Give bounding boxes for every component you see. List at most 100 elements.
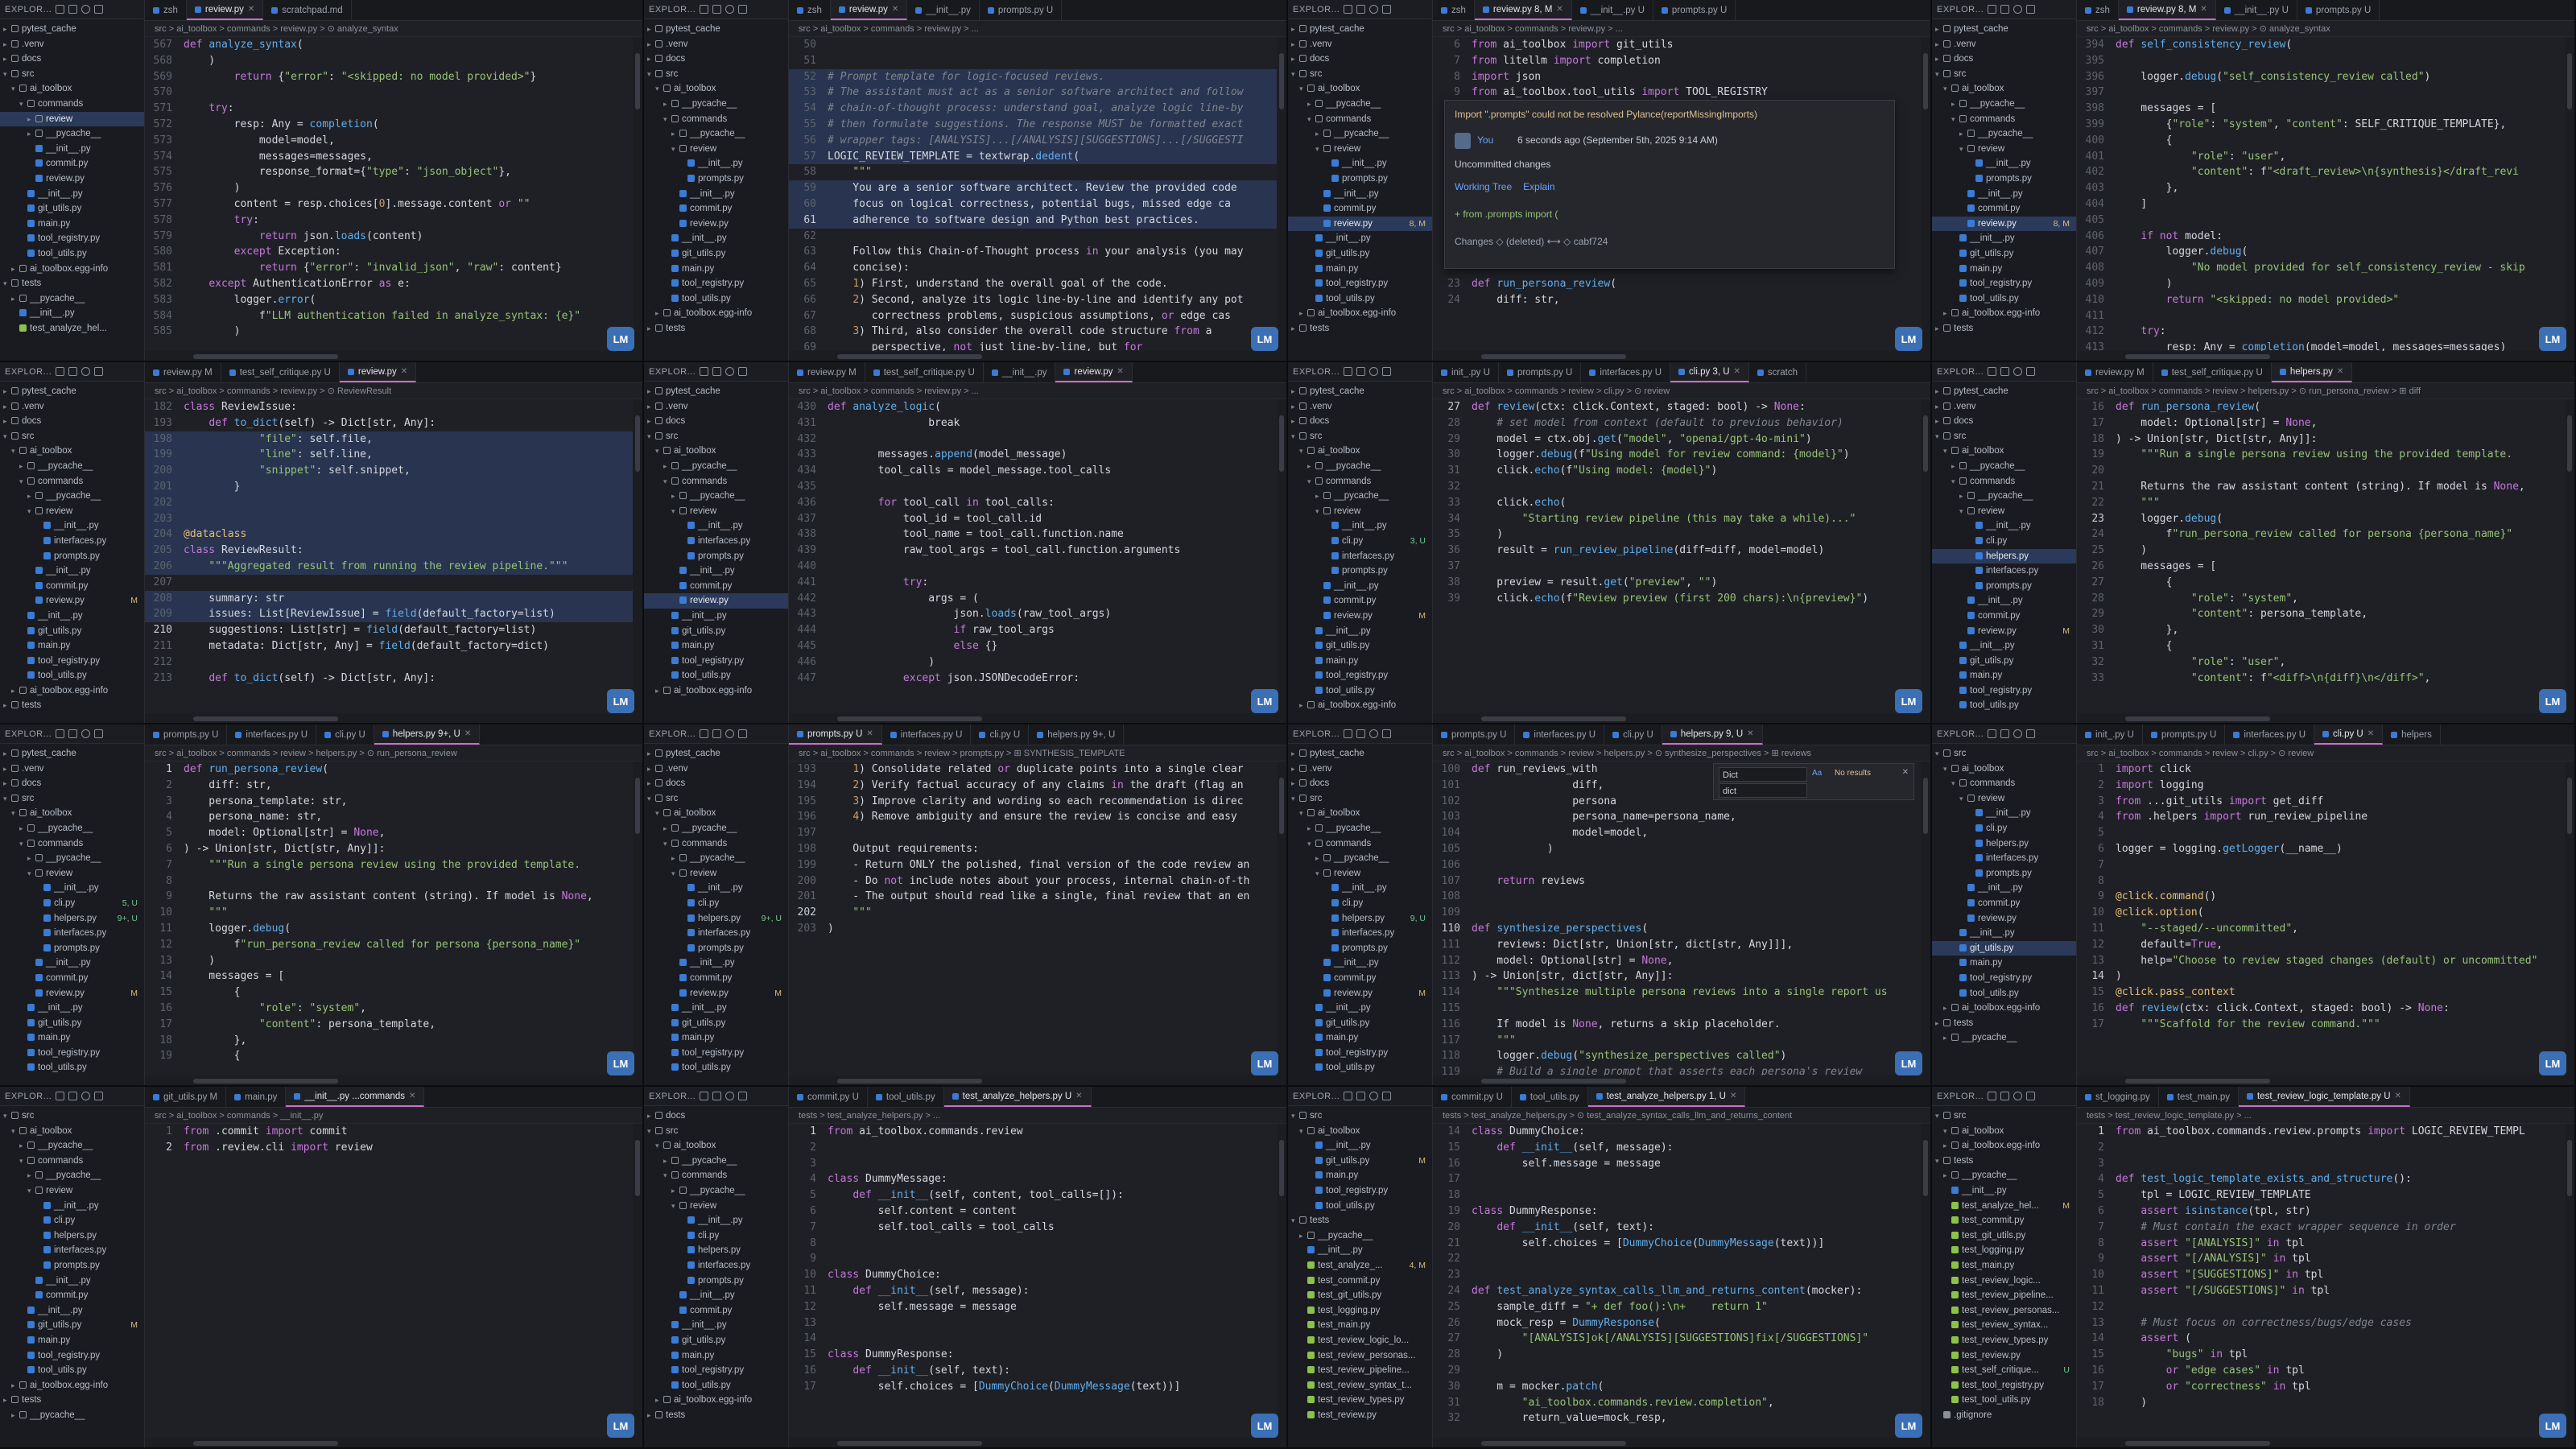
tree-item[interactable]: ▸ __pycache__	[644, 1154, 788, 1169]
tree-item[interactable]: review.py	[1932, 911, 2076, 927]
tree-item[interactable]: main.py	[1932, 668, 2076, 683]
tree-item[interactable]: ▸ __pycache__	[644, 126, 788, 142]
tree-item[interactable]: commit.py	[644, 1303, 788, 1319]
tree-item[interactable]: ▸ __pycache__	[644, 1183, 788, 1199]
tab-2[interactable]: prompts.py U	[1499, 362, 1582, 382]
tree-item[interactable]: main.py	[644, 638, 788, 654]
tree-item[interactable]: test_tool_registry.py	[1932, 1378, 2076, 1393]
new-folder-icon[interactable]	[1356, 367, 1366, 376]
tree-item[interactable]: __init__.py	[644, 518, 788, 534]
tree-item[interactable]: ▾ src	[0, 1108, 144, 1124]
tab-2[interactable]: test_self_critique.py U	[865, 362, 984, 382]
scrollbar-thumb[interactable]	[837, 354, 982, 359]
vertical-scrollbar[interactable]	[633, 399, 642, 713]
tree-item[interactable]: ▸ __pycache__	[1288, 97, 1432, 112]
tab-1[interactable]: zsh	[2077, 0, 2119, 20]
tree-item[interactable]: tool_registry.py	[0, 231, 144, 246]
tree-item[interactable]: __init__.py	[1288, 956, 1432, 971]
tree-item[interactable]: test_review_pipeline...	[1288, 1363, 1432, 1378]
tree-item[interactable]: main.py	[0, 638, 144, 654]
tree-item[interactable]: ▾ review	[644, 866, 788, 881]
tree-item[interactable]: ▸ tests	[644, 321, 788, 336]
tree-item[interactable]: ▾ commands	[1932, 474, 2076, 489]
tree-item[interactable]: ▾ ai_toolbox	[1288, 444, 1432, 459]
tree-item[interactable]: __init__.py	[644, 187, 788, 202]
breadcrumb[interactable]: src > ai_toolbox > commands > review > c…	[1433, 383, 1930, 399]
tree-item[interactable]: ▸ __pycache__	[644, 851, 788, 866]
tree-item[interactable]: interfaces.py	[644, 926, 788, 941]
tree-item[interactable]: ▸ __pycache__	[1932, 126, 2076, 142]
tree-item[interactable]: __init__.py	[0, 142, 144, 157]
tree-item[interactable]: ▸ .venv	[1288, 399, 1432, 415]
tree-item[interactable]: prompts.py	[1932, 866, 2076, 881]
tree-item[interactable]: ▸ .venv	[644, 399, 788, 415]
refresh-icon[interactable]	[725, 5, 735, 14]
new-file-icon[interactable]	[1988, 1092, 1997, 1100]
scrollbar-thumb[interactable]	[2125, 716, 2270, 721]
tab-2[interactable]: tool_utils.py	[1512, 1087, 1588, 1107]
tree-item[interactable]: cli.py	[644, 1228, 788, 1244]
scrollbar-thumb[interactable]	[635, 53, 640, 109]
breadcrumb[interactable]: tests > test_review_logic_template.py > …	[2077, 1108, 2574, 1124]
code-view[interactable]: 1 import click 2 import logging 3 from ...git…	[2077, 762, 2565, 1075]
tree-item[interactable]: review.py M	[1288, 609, 1432, 624]
tree-item[interactable]: ▾ commands	[644, 474, 788, 489]
close-tab-icon[interactable]: ✕	[401, 367, 407, 376]
tree-item[interactable]: tool_registry.py	[1932, 683, 2076, 699]
tree-item[interactable]: ▸ ai_toolbox.egg-info	[644, 1393, 788, 1408]
tab-3[interactable]: __init__.py	[907, 0, 980, 20]
tree-item[interactable]: ▾ review	[1932, 142, 2076, 157]
tree-item[interactable]: ▾ ai_toolbox	[0, 444, 144, 459]
tree-item[interactable]: __init__.py	[1932, 518, 2076, 534]
collapse-icon[interactable]	[2026, 5, 2036, 14]
tree-item[interactable]: __init__.py	[1932, 1183, 2076, 1199]
code-view[interactable]: 430 def analyze_logic(431 break 432 433 mes…	[789, 399, 1277, 713]
tree-item[interactable]: ▸ __pycache__	[0, 1408, 144, 1423]
breadcrumb[interactable]: src > ai_toolbox > commands > review.py …	[145, 383, 642, 399]
tree-item[interactable]: cli.py	[0, 1213, 144, 1228]
tree-item[interactable]: git_utils.py	[1288, 638, 1432, 654]
new-folder-icon[interactable]	[68, 729, 78, 738]
refresh-icon[interactable]	[81, 1092, 91, 1100]
tree-item[interactable]: ▾ ai_toolbox	[644, 444, 788, 459]
new-folder-icon[interactable]	[2000, 5, 2010, 14]
tab-2[interactable]: tool_utils.py	[868, 1087, 944, 1107]
tree-item[interactable]: ▸ .venv	[644, 762, 788, 777]
horizontal-scrollbar[interactable]	[1433, 351, 1930, 361]
tree-item[interactable]: ▾ review	[644, 1199, 788, 1214]
tree-item[interactable]: ▸ __pycache__	[1288, 489, 1432, 504]
tree-item[interactable]: ▾ review	[644, 142, 788, 157]
tree-item[interactable]: .gitignore	[1932, 1408, 2076, 1423]
tree-item[interactable]: __init__.py	[1932, 593, 2076, 609]
tree-item[interactable]: ▾ ai_toolbox	[0, 806, 144, 821]
new-folder-icon[interactable]	[68, 5, 78, 14]
horizontal-scrollbar[interactable]	[789, 713, 1286, 723]
tree-item[interactable]: commit.py	[1288, 593, 1432, 609]
new-file-icon[interactable]	[56, 5, 65, 14]
close-tab-icon[interactable]: ✕	[2337, 367, 2343, 376]
popup-action-link[interactable]: Working Tree	[1455, 181, 1512, 192]
tree-item[interactable]: commit.py	[1932, 896, 2076, 911]
scrollbar-thumb[interactable]	[1481, 716, 1626, 721]
horizontal-scrollbar[interactable]	[1433, 713, 1930, 723]
tree-item[interactable]: ▸ pytest_cache	[1932, 22, 2076, 37]
tab-1[interactable]: prompts.py U ✕	[789, 724, 882, 745]
tree-item[interactable]: review.py M	[1288, 986, 1432, 1001]
tree-item[interactable]: ▾ ai_toolbox	[1288, 81, 1432, 97]
tree-item[interactable]: __init__.py	[1932, 187, 2076, 202]
tree-item[interactable]: ▾ commands	[644, 1168, 788, 1183]
scrollbar-thumb[interactable]	[2125, 1079, 2270, 1084]
tree-item[interactable]: test_review_types.py	[1288, 1393, 1432, 1408]
tree-item[interactable]: ▾ ai_toolbox	[1932, 762, 2076, 777]
scrollbar-thumb[interactable]	[193, 1441, 338, 1446]
tree-item[interactable]: __init__.py	[0, 1274, 144, 1289]
tree-item[interactable]: __init__.py	[644, 564, 788, 579]
tree-item[interactable]: test_main.py	[1288, 1318, 1432, 1333]
tree-item[interactable]: interfaces.py	[1932, 851, 2076, 866]
replace-input[interactable]: dict	[1719, 783, 1807, 798]
tree-item[interactable]: tool_registry.py	[1932, 276, 2076, 291]
tree-item[interactable]: tool_utils.py	[1288, 683, 1432, 699]
tab-1[interactable]: commit.py U	[789, 1087, 868, 1107]
horizontal-scrollbar[interactable]	[145, 1075, 642, 1085]
tab-5[interactable]: scratch	[1749, 362, 1806, 382]
